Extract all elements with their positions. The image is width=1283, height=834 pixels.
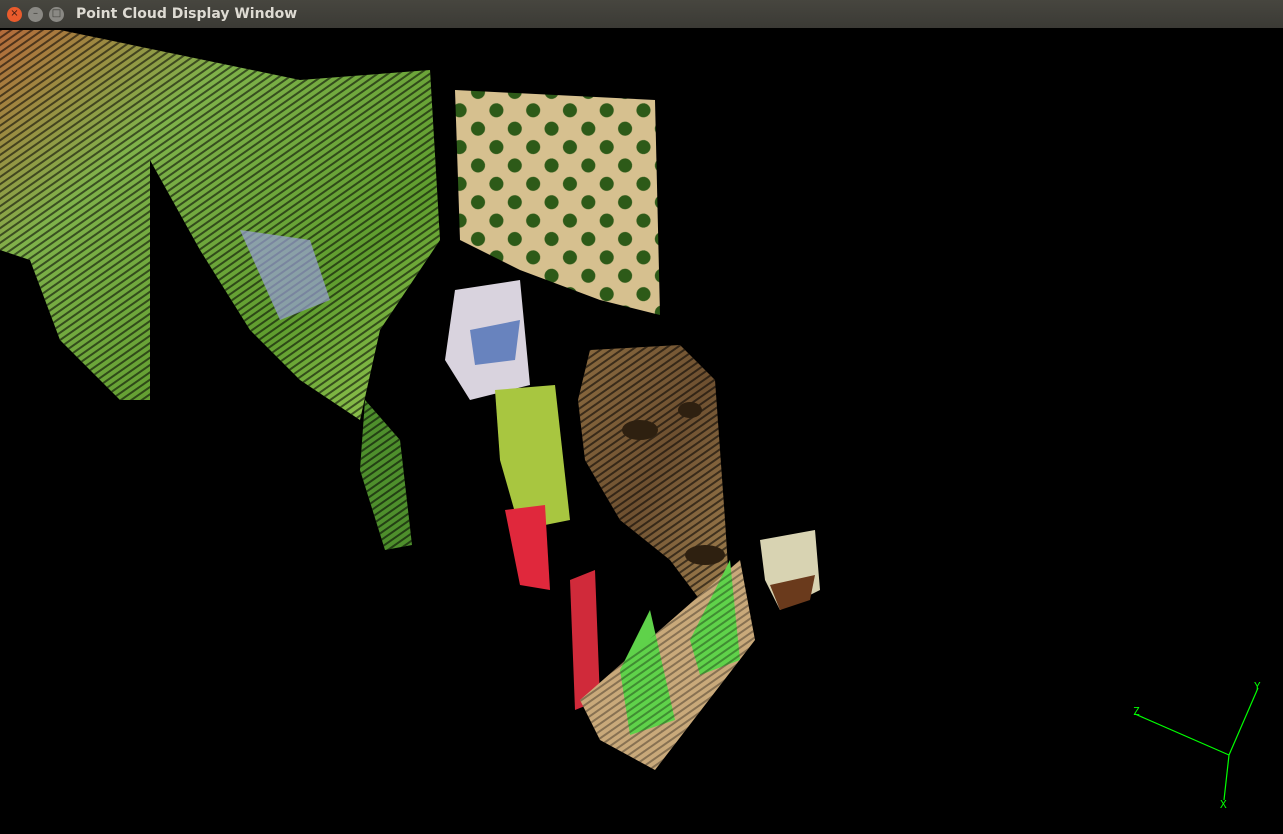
title-bar[interactable]: × – □ Point Cloud Display Window <box>0 0 1283 28</box>
bag-object <box>445 280 530 400</box>
maximize-icon: □ <box>51 8 62 19</box>
foliage-wall <box>0 30 440 420</box>
y-axis-line <box>1228 687 1259 756</box>
plant-stem <box>360 400 412 550</box>
axes-gizmo: Z Y X <box>1133 680 1261 811</box>
mug-object <box>760 530 820 610</box>
wooden-mask <box>578 345 730 600</box>
maximize-button[interactable]: □ <box>49 6 64 22</box>
point-cloud-viewport[interactable]: Z Y X <box>0 28 1283 834</box>
window-title: Point Cloud Display Window <box>76 6 298 22</box>
minimize-button[interactable]: – <box>28 6 43 22</box>
lattice-fence <box>455 90 660 315</box>
close-icon: × <box>10 8 19 19</box>
minimize-icon: – <box>33 8 38 19</box>
close-button[interactable]: × <box>7 6 22 22</box>
z-axis-label: Z <box>1133 705 1140 718</box>
point-cloud-render: Z Y X <box>0 30 1261 811</box>
table-surface <box>580 560 755 770</box>
x-axis-line <box>1223 754 1230 801</box>
z-axis-line <box>1134 713 1230 756</box>
y-axis-label: Y <box>1254 680 1261 693</box>
x-axis-label: X <box>1220 798 1227 811</box>
